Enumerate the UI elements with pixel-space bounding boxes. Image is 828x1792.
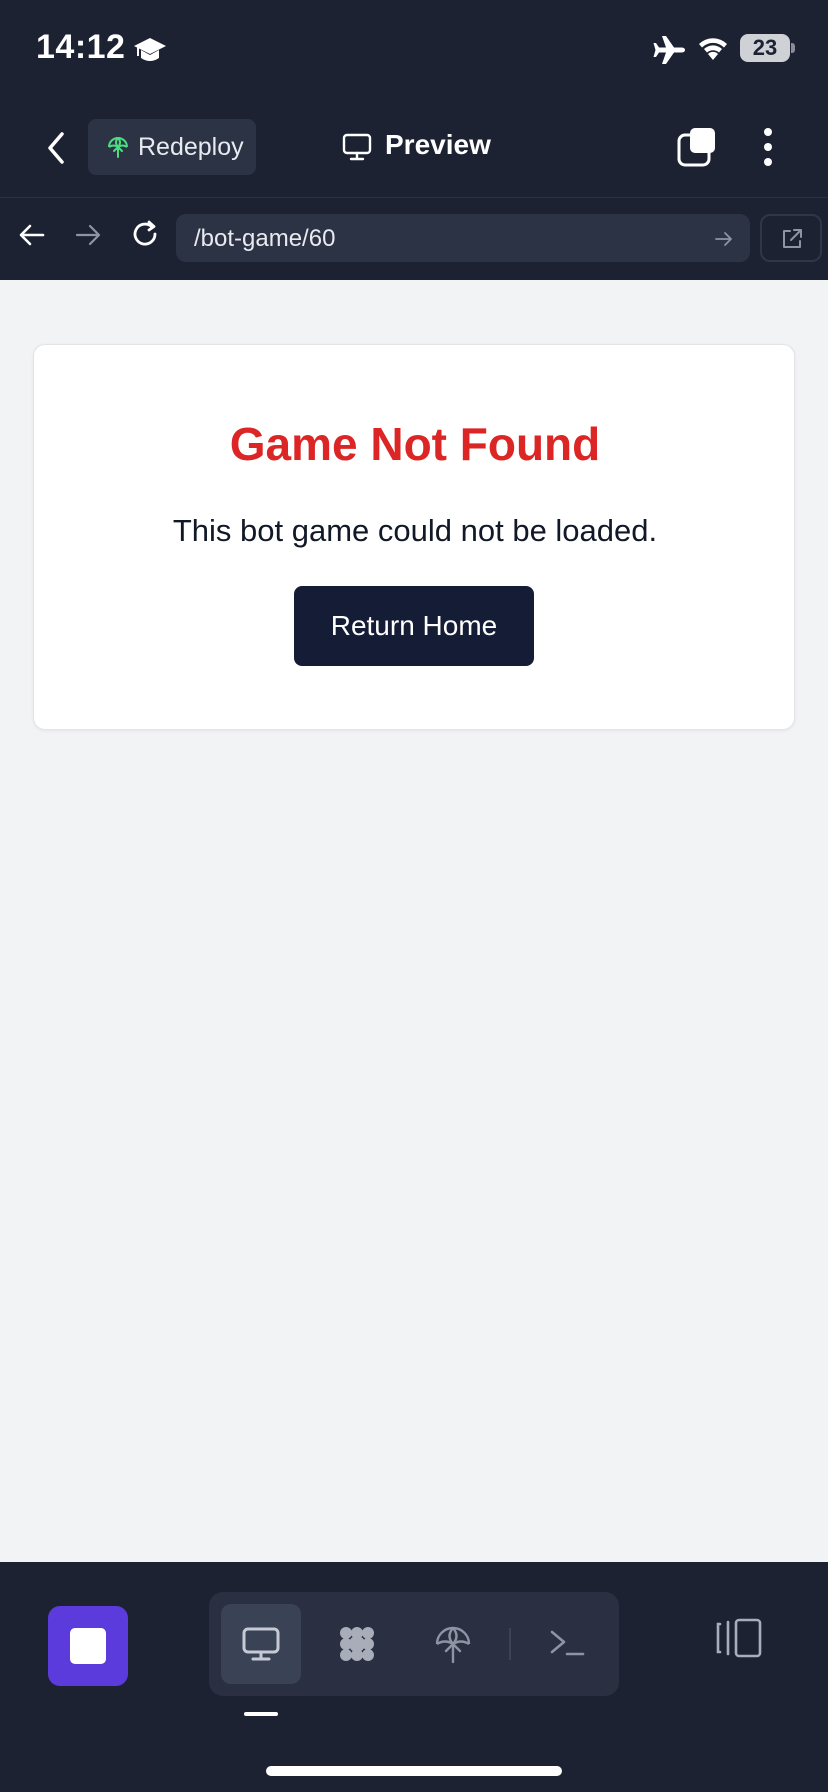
app-header: Redeploy Preview xyxy=(0,100,828,198)
airplane-icon xyxy=(653,36,685,64)
external-link-icon xyxy=(783,229,802,248)
battery-level: 23 xyxy=(752,35,778,60)
panel-toggle-icon[interactable] xyxy=(714,1616,764,1660)
preview-webview: Game Not Found This bot game could not b… xyxy=(0,280,828,1562)
reload-icon[interactable] xyxy=(130,219,160,249)
url-text: /bot-game/60 xyxy=(194,225,336,252)
tab-deploy[interactable] xyxy=(413,1604,493,1684)
tab-preview[interactable] xyxy=(221,1604,301,1684)
deploy-icon xyxy=(435,1626,471,1664)
deploy-icon xyxy=(108,137,128,158)
switcher-divider xyxy=(509,1628,511,1660)
arrow-right-icon[interactable] xyxy=(74,221,102,249)
redeploy-label: Redeploy xyxy=(138,133,244,161)
page-title: Preview xyxy=(385,129,491,160)
stop-icon xyxy=(70,1628,106,1664)
tab-workflows[interactable] xyxy=(317,1604,397,1684)
view-switcher xyxy=(209,1592,619,1696)
monitor-icon xyxy=(342,133,372,161)
url-input[interactable]: /bot-game/60 xyxy=(176,214,750,262)
error-title: Game Not Found xyxy=(229,418,601,470)
back-chevron-icon[interactable] xyxy=(40,126,72,170)
bottom-toolbar xyxy=(0,1562,828,1792)
grid-dots-icon xyxy=(340,1627,374,1661)
return-home-label: Return Home xyxy=(330,610,498,641)
tabs-icon[interactable] xyxy=(676,126,718,168)
open-external-button[interactable] xyxy=(760,214,822,262)
return-home-button[interactable]: Return Home xyxy=(294,586,534,666)
app-screen: 14:12 23 Redeploy Preview /bot-game/60 G… xyxy=(0,0,828,1792)
stop-button[interactable] xyxy=(48,1606,128,1686)
error-card: Game Not Found This bot game could not b… xyxy=(33,344,795,730)
more-vertical-icon[interactable] xyxy=(760,126,776,168)
monitor-icon xyxy=(242,1627,280,1661)
home-indicator xyxy=(266,1766,562,1776)
terminal-icon xyxy=(550,1630,585,1656)
browser-nav-bar: /bot-game/60 xyxy=(0,199,828,279)
status-bar: 14:12 23 xyxy=(0,0,828,100)
go-arrow-icon[interactable] xyxy=(714,229,734,249)
redeploy-button[interactable]: Redeploy xyxy=(88,119,256,175)
arrow-left-icon[interactable] xyxy=(18,221,46,249)
battery-indicator: 23 xyxy=(740,34,796,62)
graduation-cap-icon xyxy=(134,38,166,61)
status-time: 14:12 xyxy=(36,28,126,66)
wifi-icon xyxy=(699,38,727,60)
error-message: This bot game could not be loaded. xyxy=(172,513,658,548)
active-tab-indicator xyxy=(244,1712,278,1716)
tab-shell[interactable] xyxy=(527,1604,607,1684)
battery-cap xyxy=(791,43,795,53)
